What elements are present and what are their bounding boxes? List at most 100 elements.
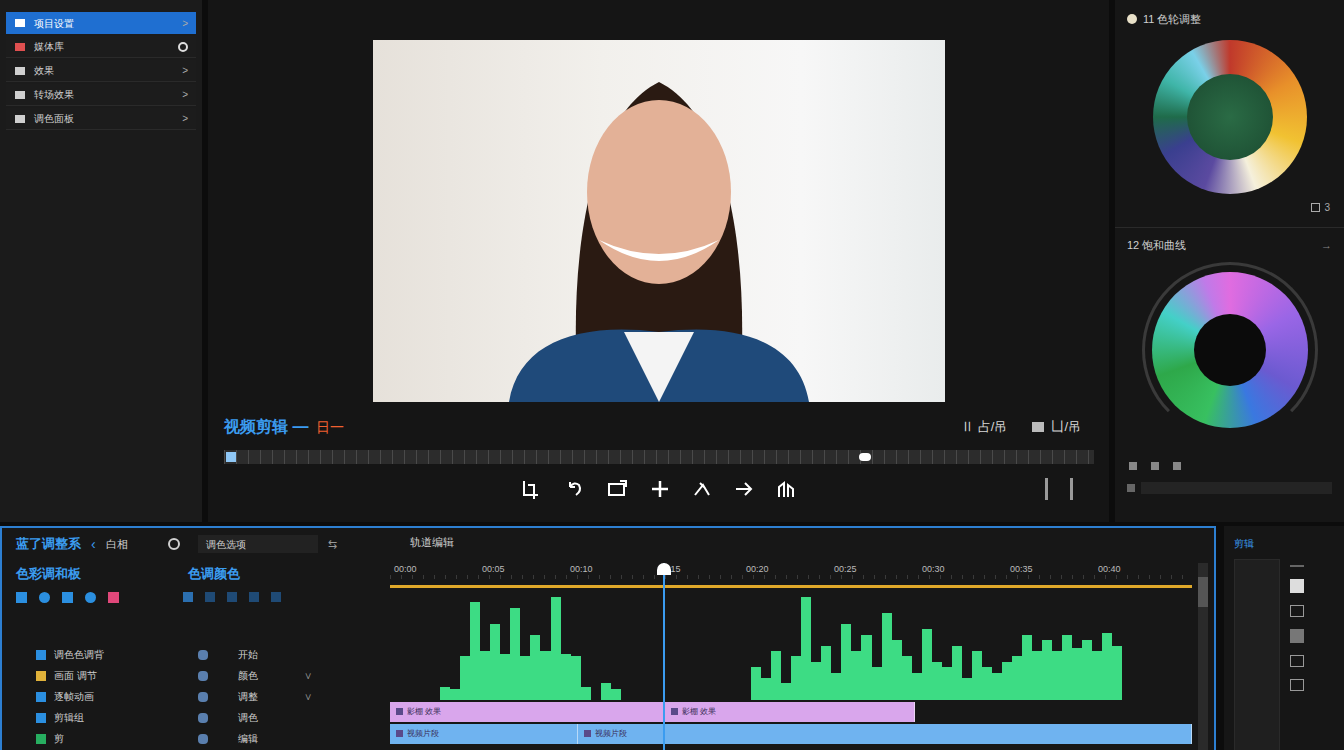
level-track[interactable] [1234, 559, 1280, 750]
sidebar-item[interactable]: 效果> [6, 60, 196, 82]
panel-icon[interactable] [1290, 565, 1304, 567]
panel-icon[interactable] [1290, 679, 1304, 691]
clip[interactable]: 影棚 效果 [390, 702, 665, 722]
overlay-track: 影棚 效果影棚 效果 [390, 702, 1192, 722]
small-icon[interactable] [1173, 462, 1181, 470]
track-icon[interactable] [198, 713, 208, 723]
chevron: > [182, 87, 188, 102]
value-field[interactable] [1141, 482, 1332, 494]
chevron: > [182, 16, 188, 31]
track-color [36, 734, 46, 744]
sidebar-item[interactable]: 项目设置> [6, 12, 196, 34]
tool-icon[interactable] [39, 592, 50, 603]
option-field[interactable]: 调色选项 [198, 535, 318, 553]
audio-icon[interactable] [776, 479, 798, 499]
sidebar-item[interactable]: 转场效果> [6, 84, 196, 106]
chevron: > [182, 63, 188, 78]
toggle-icon[interactable] [178, 42, 188, 52]
track-property: 开始 [238, 647, 296, 662]
waveform-bar [761, 678, 771, 700]
track-header[interactable]: 剪辑组调色 [16, 707, 384, 728]
waveform-bar [992, 673, 1002, 700]
small-icon[interactable] [1151, 462, 1159, 470]
color-wheel[interactable] [1153, 40, 1307, 194]
track-icon[interactable] [198, 734, 208, 744]
small-icon[interactable] [1129, 462, 1137, 470]
waveform-bar [861, 635, 871, 700]
time-ruler[interactable]: 00:0000:0500:1000:1500:2000:2500:3000:35… [390, 563, 1192, 579]
forward-icon[interactable] [734, 479, 754, 499]
waveform-bar [530, 635, 540, 700]
preview-area: 视频剪辑 — 日一 Ⅱ 占/吊 凵/吊 [208, 0, 1109, 522]
waveform-bar [611, 689, 621, 700]
scrubber-handle[interactable] [859, 453, 871, 461]
track-header[interactable]: 画面 调节颜色∨ [16, 665, 384, 686]
tool-icon[interactable] [205, 592, 215, 602]
waveform-bar [912, 673, 922, 700]
track-name: 剪辑组 [54, 710, 190, 725]
clip-label: 视频片段 [595, 728, 627, 740]
tool-icon[interactable] [249, 592, 259, 602]
ruler-label: 00:35 [1010, 563, 1098, 579]
option-field-text: 调色选项 [206, 537, 246, 552]
panel-icon[interactable] [1290, 655, 1304, 667]
timeline-panel: 蓝了调整系 ‹ 白相 调色选项 ⇆ 色彩调和板 色调颜色 [0, 526, 1216, 750]
clip[interactable]: 视频片段 [390, 724, 578, 744]
clip-icon [396, 708, 403, 715]
tool-label[interactable]: Ⅱ 占/吊 [961, 417, 1007, 437]
playhead[interactable] [663, 563, 665, 750]
swap-button[interactable]: ⇆ [328, 536, 337, 553]
preview-photo [373, 40, 945, 402]
track-icon[interactable] [198, 692, 208, 702]
waveform-bar [1102, 633, 1112, 700]
add-icon[interactable] [650, 479, 670, 499]
tool-icon[interactable] [227, 592, 237, 602]
track-name: 剪 [54, 731, 190, 746]
track-icon[interactable] [198, 671, 208, 681]
scrubber[interactable] [224, 450, 1094, 464]
mode-label[interactable]: 白相 [106, 536, 128, 553]
curve-arrow[interactable]: → [1321, 237, 1332, 254]
tool-icon[interactable] [183, 592, 193, 602]
waveform-bar [1082, 640, 1092, 699]
track-name: 逐帧动画 [54, 689, 190, 704]
waveform-bar [841, 624, 851, 700]
tool-button[interactable]: 凵/吊 [1031, 417, 1081, 437]
track-header[interactable]: 调色色调背 开始 [16, 644, 384, 665]
sidebar-item[interactable]: 调色面板> [6, 108, 196, 130]
tool-icon[interactable] [271, 592, 281, 602]
track-title: 轨道编辑 [410, 534, 454, 551]
cut-icon[interactable] [692, 479, 712, 499]
tool-icon[interactable] [16, 592, 27, 603]
track-header[interactable]: 剪编辑 [16, 728, 384, 749]
waveform-bar [581, 687, 591, 700]
record-icon[interactable] [168, 538, 180, 550]
small-icon[interactable] [1127, 484, 1135, 492]
sidebar-item[interactable]: 媒体库 [6, 36, 196, 58]
waveform-bar [1092, 651, 1102, 700]
scrollbar[interactable] [1192, 551, 1214, 750]
track-arrow[interactable]: ∨ [304, 668, 312, 683]
frame-icon[interactable] [606, 479, 628, 499]
tool-icon[interactable] [85, 592, 96, 603]
undo-icon[interactable] [564, 479, 584, 499]
track-header[interactable]: 逐帧动画调整∨ [16, 686, 384, 707]
waveform-bar [942, 667, 952, 699]
track-arrow[interactable]: ∨ [304, 689, 312, 704]
track-name: 调色色调背 [54, 647, 190, 662]
divider-icon [1070, 478, 1073, 500]
panel-icon[interactable] [1290, 579, 1304, 593]
tool-icon[interactable] [62, 592, 73, 603]
clip[interactable]: 影棚 效果 [665, 702, 915, 722]
panel-icon[interactable] [1290, 605, 1304, 617]
saturation-wheel[interactable] [1152, 272, 1308, 428]
panel-icon[interactable] [1290, 629, 1304, 643]
clip-panel: 剪辑 [1224, 526, 1344, 750]
crop-icon[interactable] [520, 479, 542, 499]
tool-icon[interactable] [108, 592, 119, 603]
waveform-bar [1112, 646, 1122, 700]
clip[interactable]: 视频片段 [578, 724, 1192, 744]
back-button[interactable]: ‹ [91, 534, 96, 555]
track-icon[interactable] [198, 650, 208, 660]
waveform-bar [902, 656, 912, 699]
